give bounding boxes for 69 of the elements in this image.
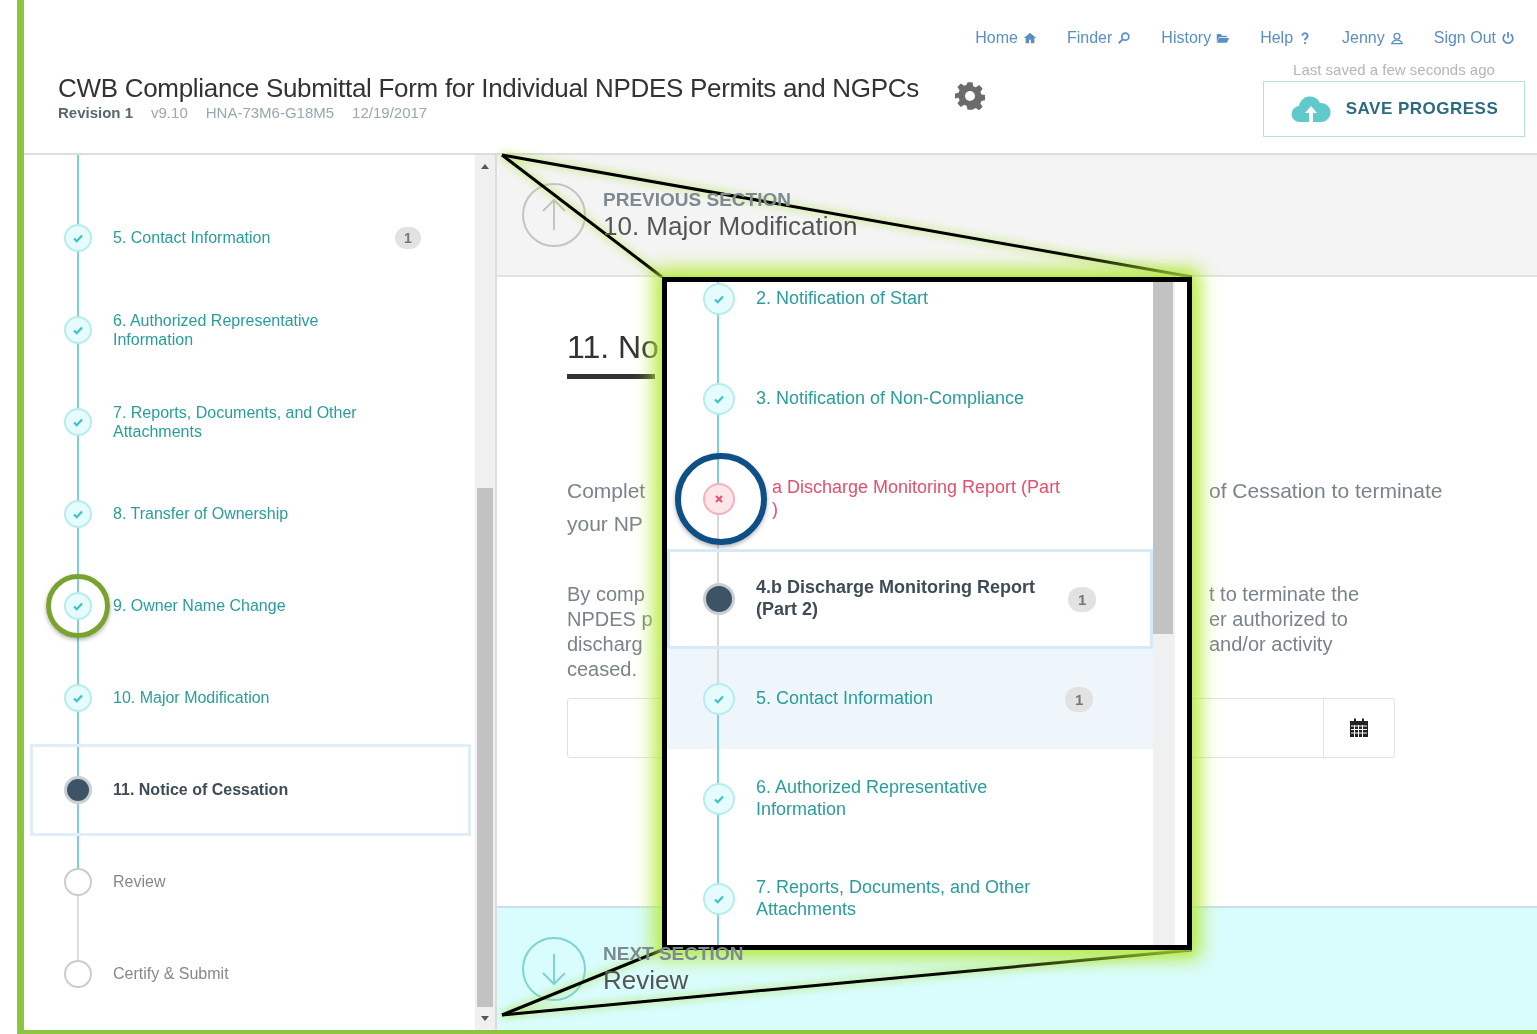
form-title: CWB Compliance Submittal Form for Individual NPDES Permits and NGPCs	[58, 73, 919, 104]
search-icon	[1117, 31, 1132, 45]
step-item[interactable]: 8. Transfer of Ownership	[24, 468, 475, 560]
step-label: 5. Contact Information	[113, 228, 272, 248]
save-progress-button[interactable]: SAVE PROGRESS	[1263, 81, 1525, 137]
power-icon	[1501, 31, 1515, 45]
version-label: v9.10	[151, 104, 188, 121]
step-label: 3. Notification of Non-Compliance	[756, 388, 1026, 410]
step-label: 10. Major Modification	[113, 688, 271, 708]
nav-link[interactable]: Home	[975, 29, 1037, 47]
step-label: 8. Transfer of Ownership	[113, 504, 290, 524]
arrow-down-icon	[521, 936, 587, 1002]
nav-link[interactable]: Sign Out	[1433, 29, 1515, 47]
revision-label: Revision 1	[58, 104, 134, 121]
nav-link[interactable]: History	[1161, 29, 1231, 47]
step-item[interactable]: 2. Notification of Start	[667, 282, 1153, 349]
calendar-icon	[1349, 718, 1369, 738]
paragraph-fragment: er authorized to	[1209, 607, 1349, 632]
step-label: 7. Reports, Documents, and Other Attachments	[113, 402, 358, 442]
step-label: 11. Notice of Cessation	[113, 780, 290, 800]
step-label: a Discharge Monitoring Report (Part )	[772, 477, 1062, 521]
scrollbar[interactable]	[475, 155, 495, 1030]
step-item[interactable]: a Discharge Monitoring Report (Part )	[667, 449, 1153, 549]
step-label: 4.b Discharge Monitoring Report (Part 2)	[756, 577, 1037, 621]
last-saved-text: Last saved a few seconds ago	[1293, 61, 1495, 78]
step-label: 9. Owner Name Change	[113, 596, 287, 616]
step-label: 2. Notification of Start	[756, 288, 930, 310]
section-title: Review	[603, 964, 690, 996]
paragraph-fragment: and/or activity	[1209, 632, 1334, 657]
paragraph-fragment: NPDES p	[567, 607, 653, 632]
step-item[interactable]: 6. Authorized Representative Information	[667, 749, 1153, 849]
step-label: Certify & Submit	[113, 964, 230, 984]
step-item[interactable]: 7. Reports, Documents, and Other Attachments	[24, 376, 475, 468]
step-item[interactable]: 9. Owner Name Change	[24, 560, 475, 652]
paragraph-fragment: By comp	[567, 582, 646, 607]
step-label: 5. Contact Information	[756, 688, 935, 710]
step-label: Review	[113, 872, 167, 892]
paragraph-fragment: of Cessation to terminate	[1209, 478, 1444, 504]
scrollbar[interactable]	[1153, 282, 1175, 945]
form-code: HNA-73M6-G18M5	[205, 104, 335, 121]
step-label: 6. Authorized Representative Information	[756, 777, 989, 821]
paragraph-fragment: your NP	[567, 511, 644, 537]
section-title: 10. Major Modification	[603, 210, 858, 242]
paragraph-fragment: ceased.	[567, 657, 639, 682]
count-badge: 1	[1065, 686, 1094, 712]
paragraph-fragment: discharg	[567, 632, 644, 657]
selected-step[interactable]: 11. Notice of Cessation	[30, 744, 471, 836]
step-item[interactable]: Certify & Submit	[24, 928, 475, 1020]
cloud-upload-icon	[1289, 94, 1332, 124]
step-item[interactable]: 10. Major Modification	[24, 652, 475, 744]
count-badge: 1	[395, 227, 421, 249]
form-date: 12/19/2017	[352, 104, 428, 121]
home-icon	[1023, 31, 1037, 45]
step-item[interactable]: 3. Notification of Non-Compliance	[667, 349, 1153, 449]
step-item[interactable]: 5. Contact Information 1	[24, 192, 475, 284]
paragraph-fragment: t to terminate the	[1209, 582, 1361, 607]
nav-link[interactable]: Jenny	[1342, 29, 1404, 47]
step-item[interactable]: 6. Authorized Representative Information	[24, 284, 475, 376]
arrow-up-icon	[521, 182, 587, 248]
settings-icon[interactable]	[955, 81, 985, 111]
step-item[interactable]: 5. Contact Information 1	[667, 649, 1153, 749]
nav-link[interactable]: Help	[1260, 29, 1313, 47]
folder-icon	[1216, 31, 1231, 45]
step-item[interactable]: Review	[24, 836, 475, 928]
paragraph-fragment: Complet	[567, 478, 647, 504]
user-icon	[1389, 31, 1404, 45]
nav-link[interactable]: Finder	[1067, 29, 1132, 47]
count-badge: 1	[1068, 586, 1097, 612]
step-label: 6. Authorized Representative Information	[113, 310, 320, 350]
